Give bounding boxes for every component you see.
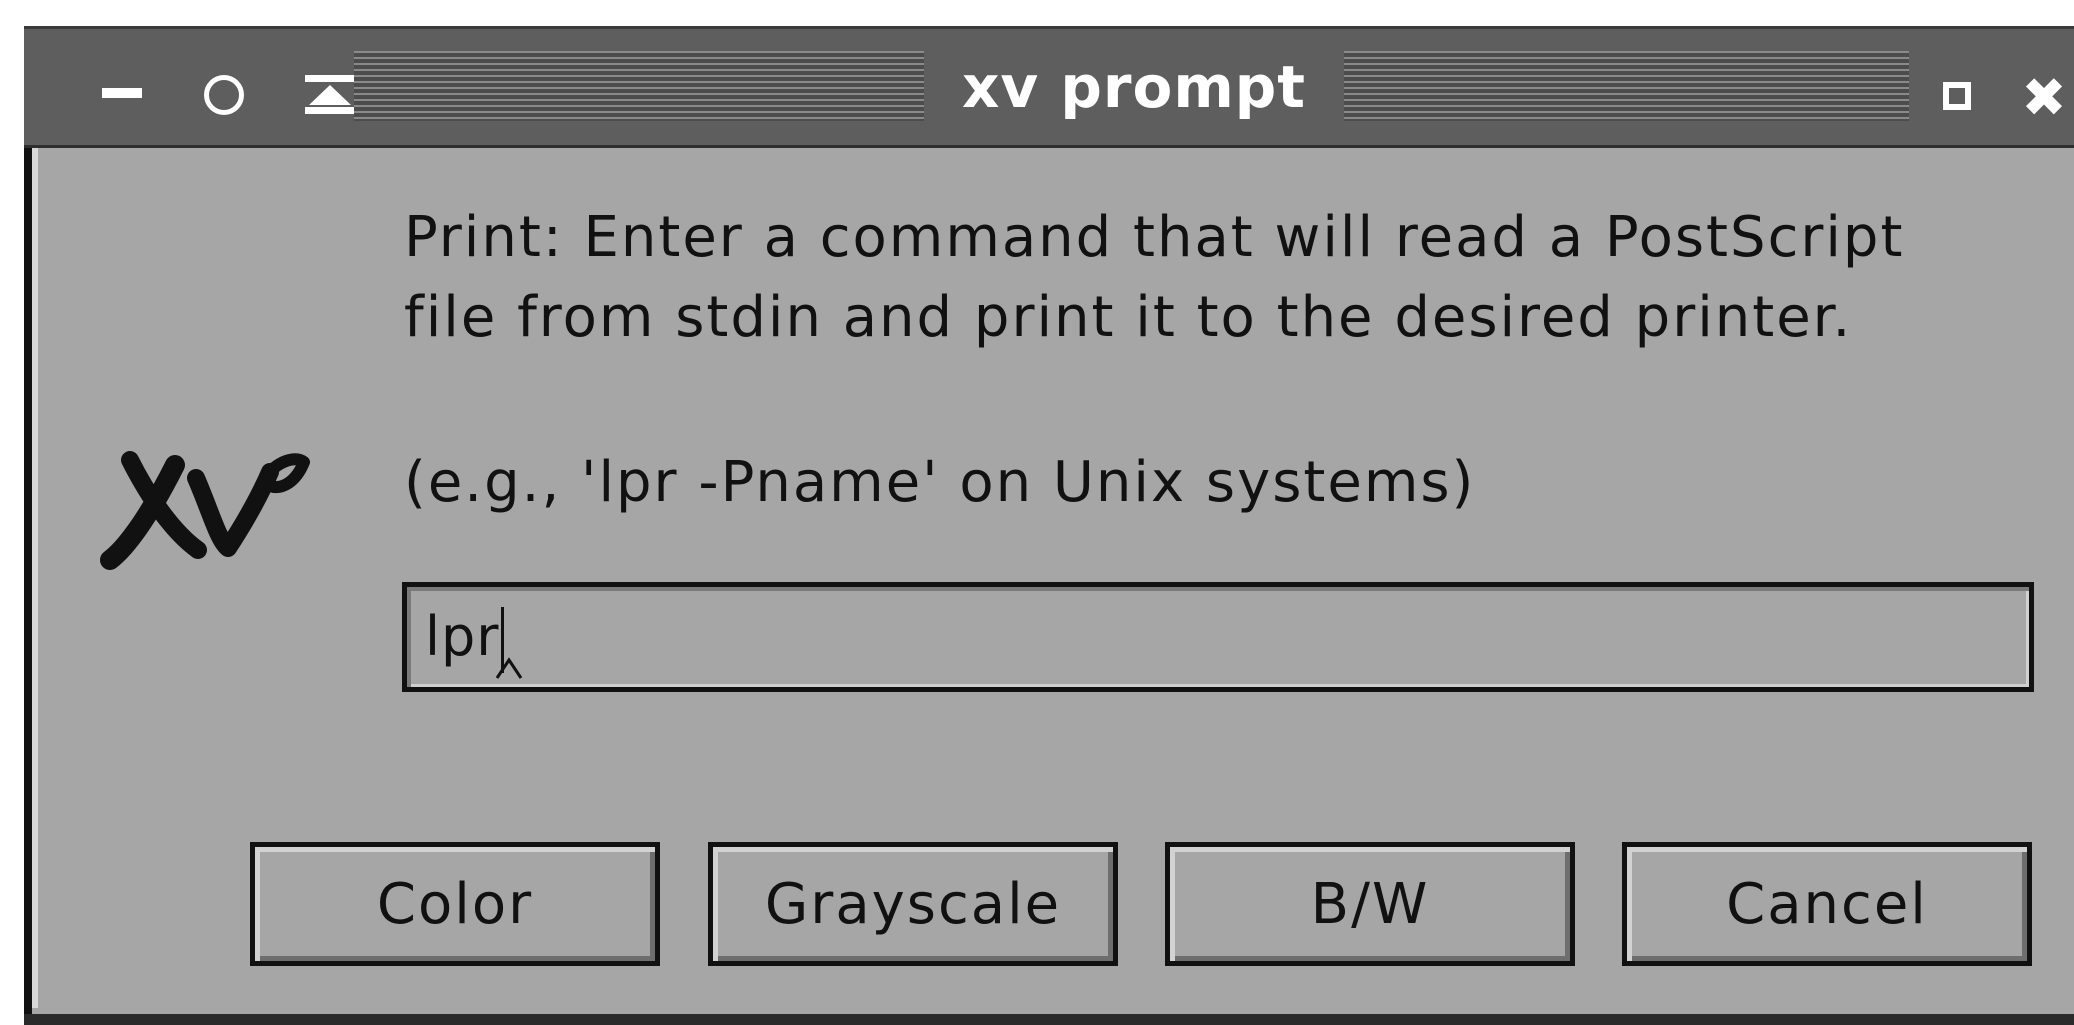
color-button[interactable]: Color	[250, 842, 660, 966]
shade-icon[interactable]	[300, 67, 360, 123]
prompt-line-2: file from stdin and print it to the desi…	[404, 285, 1853, 350]
title-bar[interactable]: xv prompt ✖	[24, 26, 2074, 148]
cancel-button[interactable]: Cancel	[1622, 842, 2032, 966]
grayscale-button[interactable]: Grayscale	[708, 842, 1118, 966]
maximize-icon[interactable]	[1934, 73, 1980, 119]
window-bottom-border	[24, 1014, 2074, 1025]
input-value: lpr	[425, 605, 500, 668]
minimize-icon[interactable]	[94, 71, 150, 115]
title-grip-right	[1344, 51, 1909, 121]
close-icon[interactable]: ✖	[2014, 66, 2074, 129]
print-command-input[interactable]: lpr	[402, 582, 2034, 692]
left-bevel	[32, 148, 38, 1008]
insertion-point-icon	[495, 657, 523, 679]
prompt-example: (e.g., 'lpr -Pname' on Unix systems)	[404, 450, 1476, 515]
restore-icon[interactable]	[196, 67, 252, 123]
xv-logo-icon	[100, 451, 310, 570]
title-grip-left	[354, 51, 924, 121]
window-title: xv prompt	[961, 53, 1307, 121]
xv-prompt-window: xv prompt ✖ Print: Enter a command that …	[0, 0, 2074, 1025]
bw-button[interactable]: B/W	[1165, 842, 1575, 966]
prompt-line-1: Print: Enter a command that will read a …	[404, 205, 1905, 270]
